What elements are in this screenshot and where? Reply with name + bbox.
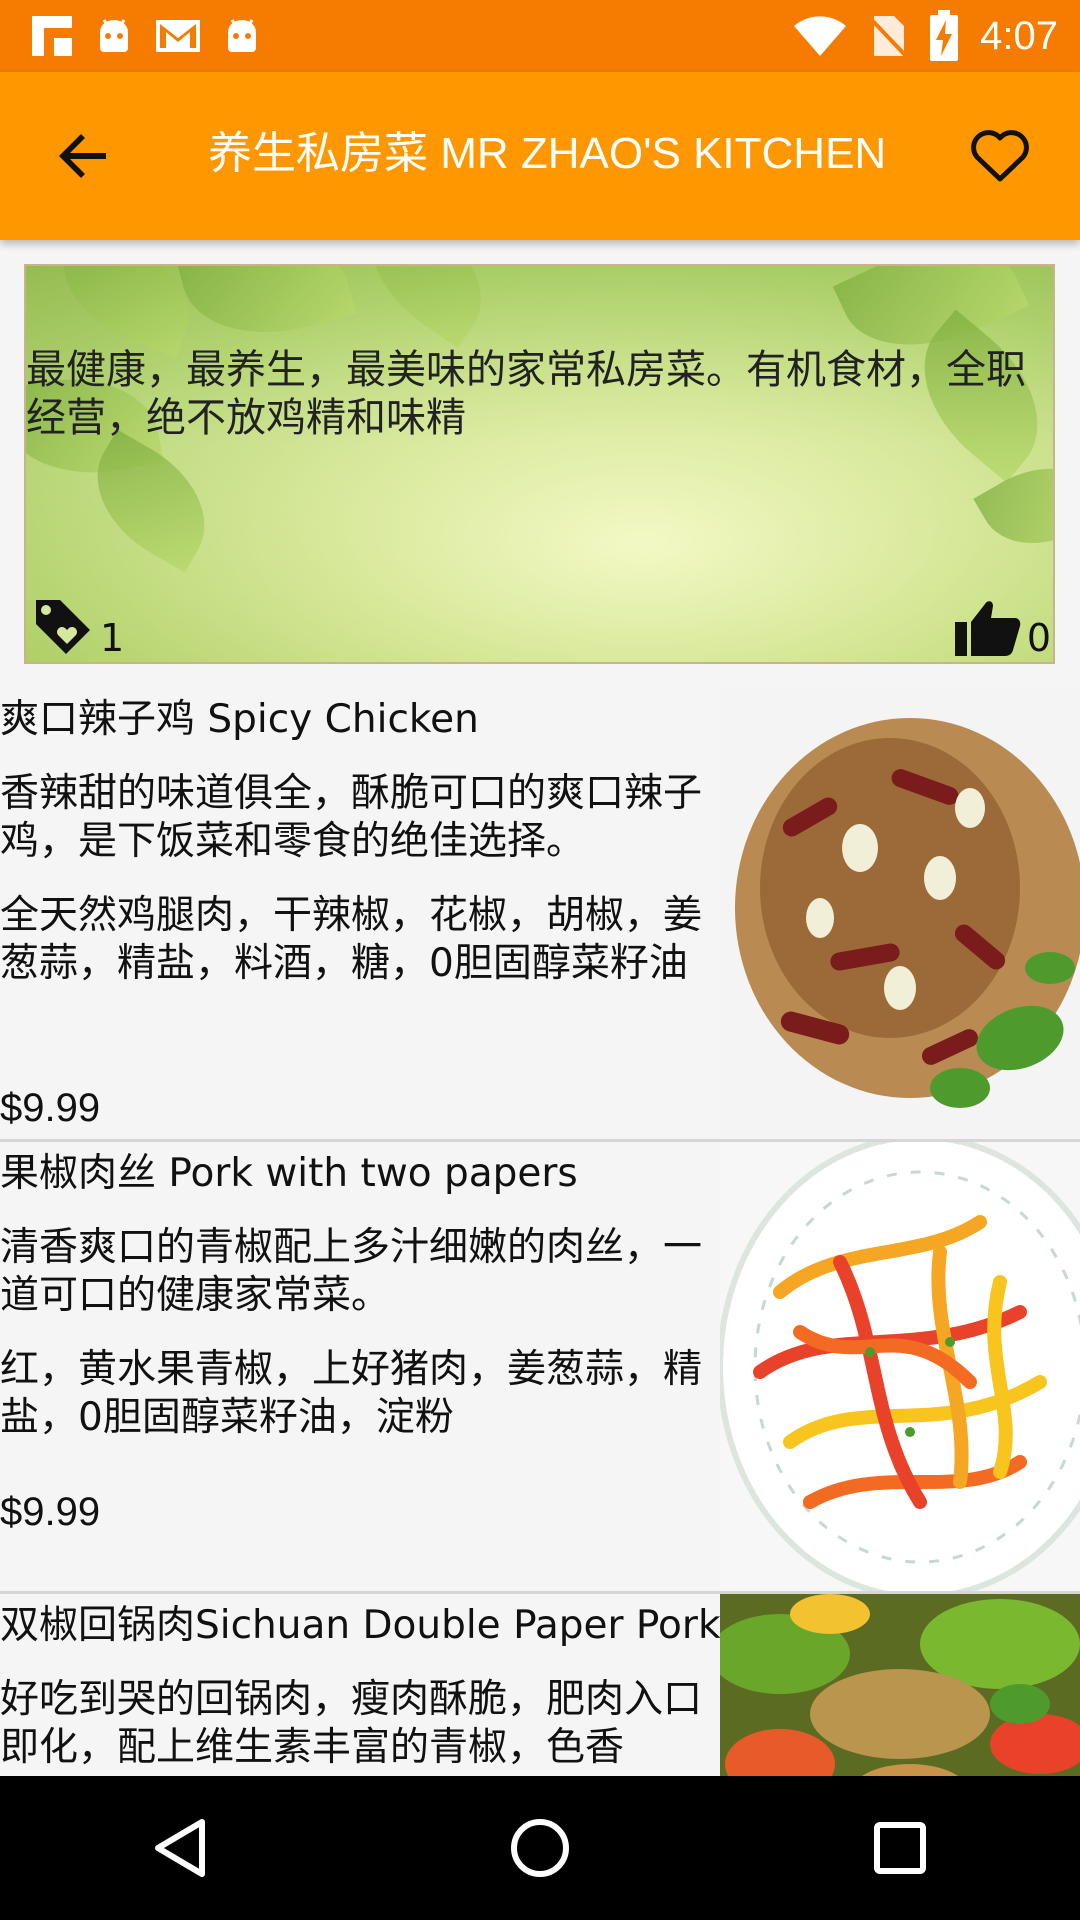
tag-count: 1 [100, 616, 125, 660]
battery-charging-icon [928, 10, 960, 62]
banner-leaf-decoration [175, 266, 357, 356]
dish-text: 果椒肉丝 Pork with two papers 清香爽口的青椒配上多汁细嫩的… [0, 1142, 716, 1442]
nav-back-button[interactable] [110, 1798, 250, 1898]
restaurant-banner: 最健康，最养生，最美味的家常私房菜。有机食材，全职经营，绝不放鸡精和味精 1 0 [24, 264, 1055, 664]
dish-description: 清香爽口的青椒配上多汁细嫩的肉丝，一道可口的健康家常菜。 [0, 1225, 703, 1318]
wifi-icon [792, 14, 848, 58]
nav-back-triangle-icon [155, 1819, 205, 1877]
tag-counter[interactable]: 1 [30, 594, 124, 658]
dish-price: $9.99 [0, 1490, 101, 1534]
status-notification-icons [30, 0, 260, 72]
dish-price: $9.99 [0, 1086, 101, 1130]
dish-item[interactable]: 爽口辣子鸡 Spicy Chicken 香辣甜的味道俱全，酥脆可口的爽口辣子鸡，… [0, 688, 1080, 1142]
dish-ingredients: 红，黄水果青椒，上好猪肉，姜葱蒜，精盐，0胆固醇菜籽油，淀粉 [0, 1347, 703, 1440]
dish-name: 双椒回锅肉Sichuan Double Paper Pork [0, 1603, 721, 1648]
dish-text: 爽口辣子鸡 Spicy Chicken 香辣甜的味道俱全，酥脆可口的爽口辣子鸡，… [0, 688, 716, 988]
dish-text: 双椒回锅肉Sichuan Double Paper Pork 好吃到哭的回锅肉，… [0, 1594, 721, 1772]
favorite-button[interactable] [964, 122, 1036, 190]
android-icon [224, 16, 260, 56]
heart-outline-icon [971, 130, 1029, 182]
back-button[interactable] [50, 122, 118, 190]
dish-photo [720, 1142, 1080, 1591]
nav-recents-button[interactable] [830, 1798, 970, 1898]
status-system-icons: 4:07 [792, 0, 1058, 72]
dish-name: 爽口辣子鸡 Spicy Chicken [0, 697, 479, 742]
thumbs-up-icon [954, 601, 1021, 656]
dish-photo [720, 688, 1080, 1139]
android-icon [96, 16, 132, 56]
like-counter[interactable]: 0 [953, 596, 1051, 658]
banner-leaf-decoration [342, 266, 510, 349]
navigation-bar [0, 1776, 1080, 1920]
restaurant-description: 最健康，最养生，最美味的家常私房菜。有机食材，全职经营，绝不放鸡精和味精 [26, 347, 1026, 441]
nav-home-button[interactable] [470, 1798, 610, 1898]
status-bar: 4:07 [0, 0, 1080, 72]
dish-name: 果椒肉丝 Pork with two papers [0, 1151, 578, 1196]
status-time: 4:07 [980, 13, 1058, 58]
dish-item[interactable]: 果椒肉丝 Pork with two papers 清香爽口的青椒配上多汁细嫩的… [0, 1142, 1080, 1594]
tag-heart-icon [36, 600, 90, 654]
page-title: 养生私房菜 MR ZHAO'S KITCHEN [208, 129, 887, 178]
dish-description: 好吃到哭的回锅肉，瘦肉酥脆，肥肉入口即化，配上维生素丰富的青椒，色香 [0, 1677, 703, 1770]
nav-recents-square-icon [874, 1822, 926, 1874]
nav-home-circle-icon [511, 1819, 569, 1877]
arrow-back-icon [59, 134, 106, 178]
flipboard-icon [30, 14, 74, 58]
gmail-icon [154, 16, 202, 56]
dish-ingredients: 全天然鸡腿肉，干辣椒，花椒，胡椒，姜葱蒜，精盐，料酒，糖，0胆固醇菜籽油 [0, 893, 703, 986]
like-count: 0 [1026, 616, 1051, 660]
app-bar: 养生私房菜 MR ZHAO'S KITCHEN [0, 72, 1080, 240]
no-sim-icon [868, 12, 908, 60]
dish-description: 香辣甜的味道俱全，酥脆可口的爽口辣子鸡，是下饭菜和零食的绝佳选择。 [0, 771, 703, 864]
